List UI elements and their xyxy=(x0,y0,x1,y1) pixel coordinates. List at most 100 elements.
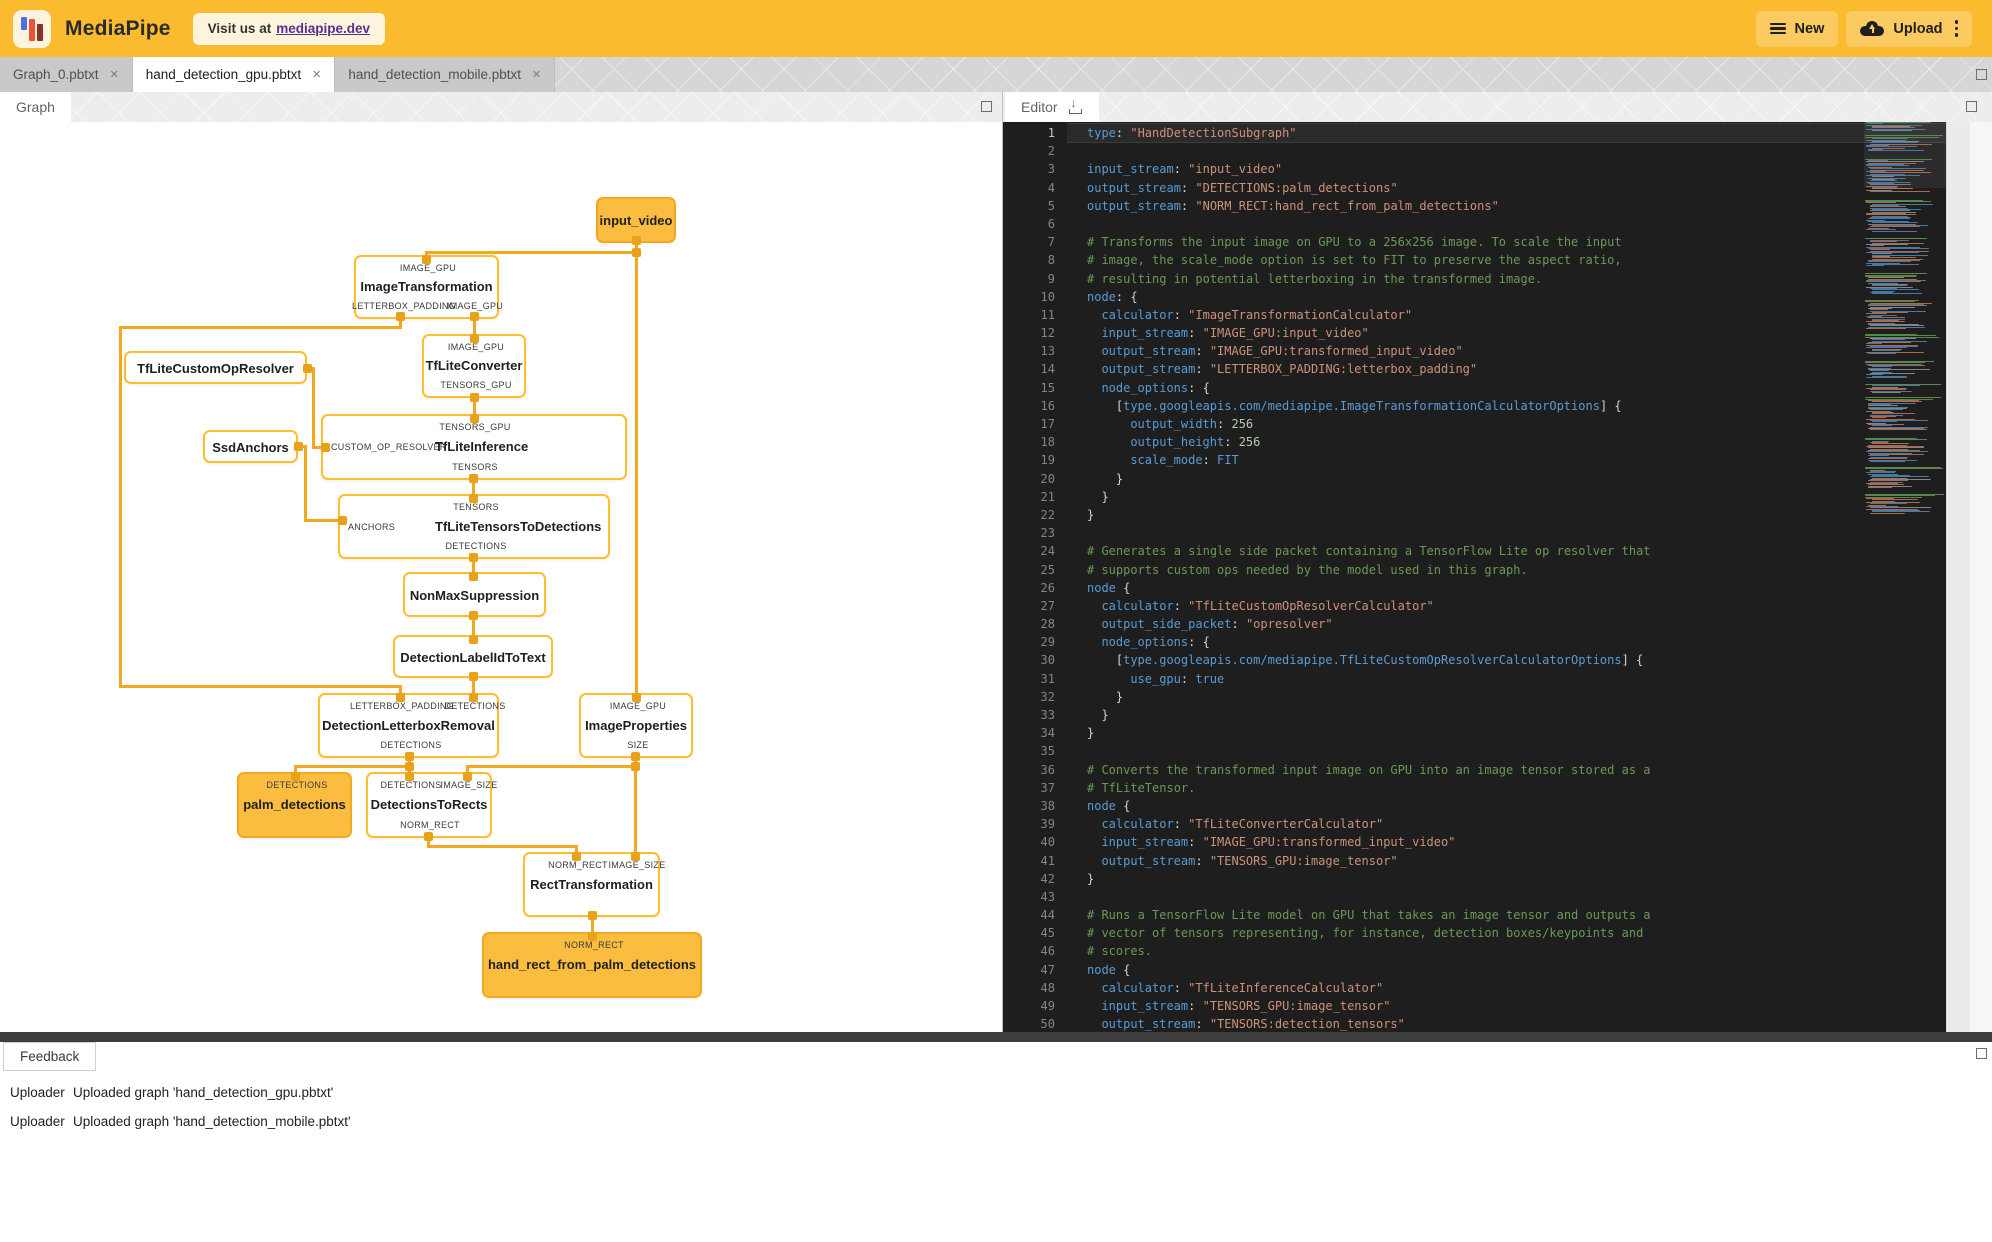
code-line[interactable]: 38 node { xyxy=(1003,797,1946,815)
graph-node-RectTransformation[interactable]: RectTransformation NORM_RECT IMAGE_SIZE xyxy=(523,852,665,917)
restore-layout-icon[interactable] xyxy=(1976,69,1987,80)
code-line[interactable]: 30 [type.googleapis.com/mediapipe.TfLiteC… xyxy=(1003,651,1946,669)
close-icon[interactable]: ✕ xyxy=(312,68,321,81)
editor-scrollbar[interactable] xyxy=(1946,122,1971,1032)
code-line[interactable]: 41 output_stream: "TENSORS_GPU:image_tens… xyxy=(1003,852,1946,870)
code-line[interactable]: 14 output_stream: "LETTERBOX_PADDING:lett… xyxy=(1003,360,1946,378)
code-line[interactable]: 35 xyxy=(1003,742,1946,760)
graph-node-TfLiteTensorsToDetections[interactable]: TfLiteTensorsToDetections TENSORS DETECTIO… xyxy=(338,494,610,559)
minimap[interactable] xyxy=(1864,122,1946,1032)
code-line[interactable]: 1 type: "HandDetectionSubgraph" xyxy=(1003,124,1946,143)
kebab-menu-icon[interactable] xyxy=(1954,18,1958,38)
line-number: 31 xyxy=(1040,671,1055,686)
port-connector xyxy=(404,771,414,781)
code-line[interactable]: 13 output_stream: "IMAGE_GPU:transformed_… xyxy=(1003,342,1946,360)
code-line[interactable]: 17 output_width: 256 xyxy=(1003,415,1946,433)
code-line[interactable]: 32} xyxy=(1003,688,1946,706)
line-number: 12 xyxy=(1040,326,1055,341)
editor-restore-icon[interactable] xyxy=(1966,101,1977,112)
graph-node-DetectionsToRects[interactable]: DetectionsToRects DETECTIONS IMAGE_SIZE NOR… xyxy=(366,772,497,838)
line-number: 23 xyxy=(1040,526,1055,541)
graph-node-TfLiteCustomOpResolver[interactable]: TfLiteCustomOpResolver xyxy=(124,351,307,384)
code-line[interactable]: 15 node_options: { xyxy=(1003,379,1946,397)
cloud-upload-icon xyxy=(1860,21,1885,36)
file-tab-label: hand_detection_mobile.pbtxt xyxy=(348,67,522,82)
feedback-row: Uploader Uploaded graph 'hand_detection_m… xyxy=(0,1107,1992,1136)
code-line[interactable]: 50 output_stream: "TENSORS:detection_tens… xyxy=(1003,1015,1946,1032)
port-connector xyxy=(337,515,347,525)
file-tab-hand_detection_mobile.pbtxt[interactable]: hand_detection_mobile.pbtxt ✕ xyxy=(335,57,556,92)
code-line[interactable]: 9 # resulting in potential letterboxing i… xyxy=(1003,270,1946,288)
tab-editor[interactable]: Editor xyxy=(1005,92,1099,122)
code-line[interactable]: 31 use_gpu: true xyxy=(1003,670,1946,688)
code-line[interactable]: 16 [type.googleapis.com/mediapipe.ImageTr… xyxy=(1003,397,1946,415)
code-line[interactable]: 8 # image, the scale_mode option is set t… xyxy=(1003,251,1946,269)
graph-node-TfLiteConverter[interactable]: TfLiteConverter IMAGE_GPU TENSORS_GPU xyxy=(422,334,526,398)
line-number: 36 xyxy=(1040,762,1055,777)
code-line[interactable]: 39 calculator: "TfLiteConverterCalculator… xyxy=(1003,815,1946,833)
graph-edge xyxy=(118,684,402,688)
code-line[interactable]: 27 calculator: "TfLiteCustomOpResolverCal… xyxy=(1003,597,1946,615)
code-line[interactable]: 3 input_stream: "input_video" xyxy=(1003,160,1946,178)
feedback-restore-icon[interactable] xyxy=(1976,1048,1987,1059)
new-button[interactable]: New xyxy=(1755,10,1839,47)
code-line[interactable]: 2 xyxy=(1003,142,1946,160)
graph-restore-icon[interactable] xyxy=(981,101,992,112)
code-line[interactable]: 29 node_options: { xyxy=(1003,633,1946,651)
close-icon[interactable]: ✕ xyxy=(110,68,119,81)
graph-node-TfLiteInference[interactable]: TfLiteInference TENSORS_GPU TENSORS CUSTOM_… xyxy=(321,414,627,480)
code-line[interactable]: 23 xyxy=(1003,524,1946,542)
code-line[interactable]: 40 input_stream: "IMAGE_GPU:transformed_i… xyxy=(1003,833,1946,851)
file-tab-hand_detection_gpu.pbtxt[interactable]: hand_detection_gpu.pbtxt ✕ xyxy=(132,57,336,92)
graph-node-ImageTransformation[interactable]: ImageTransformation IMAGE_GPU LETTERBOX_PA… xyxy=(352,255,503,319)
code-line[interactable]: 10 node: { xyxy=(1003,288,1946,306)
code-line[interactable]: 24 # Generates a single side packet conta… xyxy=(1003,542,1946,560)
code-line[interactable]: 34} xyxy=(1003,724,1946,742)
graph-node-hand_rect_from_palm_detections[interactable]: hand_rect_from_palm_detections NORM_RECT xyxy=(482,932,702,998)
code-line[interactable]: 47 node { xyxy=(1003,961,1946,979)
code-line[interactable]: 19 scale_mode: FIT xyxy=(1003,451,1946,469)
line-number: 21 xyxy=(1040,489,1055,504)
download-icon[interactable] xyxy=(1068,96,1083,114)
upload-button[interactable]: Upload xyxy=(1846,10,1972,47)
code-line[interactable]: 6 xyxy=(1003,215,1946,233)
file-tab-Graph_0.pbtxt[interactable]: Graph_0.pbtxt ✕ xyxy=(0,57,133,92)
code-line[interactable]: 5 output_stream: "NORM_RECT:hand_rect_fro… xyxy=(1003,197,1946,215)
graph-node-palm_detections[interactable]: palm_detections DETECTIONS xyxy=(237,772,352,838)
code-line[interactable]: 12 input_stream: "IMAGE_GPU:input_video" xyxy=(1003,324,1946,342)
code-editor[interactable]: 1 type: "HandDetectionSubgraph" 2 3 input_st… xyxy=(1003,122,1946,1032)
code-line[interactable]: 48 calculator: "TfLiteInferenceCalculator… xyxy=(1003,979,1946,997)
code-line[interactable]: 46 # scores. xyxy=(1003,942,1946,960)
tab-graph[interactable]: Graph xyxy=(0,92,71,122)
tab-feedback[interactable]: Feedback xyxy=(3,1042,97,1071)
code-line[interactable]: 42} xyxy=(1003,870,1946,888)
file-tab-bar: Graph_0.pbtxt ✕ hand_detection_gpu.pbtxt ✕ h… xyxy=(0,57,1992,92)
code-text: # TfLiteTensor. xyxy=(1087,780,1196,795)
code-line[interactable]: 28 output_side_packet: "opresolver" xyxy=(1003,615,1946,633)
graph-canvas[interactable]: input_video ImageTransformation IMAGE_GPU L… xyxy=(0,122,1002,1032)
code-line[interactable]: 49 input_stream: "TENSORS_GPU:image_tenso… xyxy=(1003,997,1946,1015)
code-line[interactable]: 25 # supports custom ops needed by the mo… xyxy=(1003,561,1946,579)
code-line[interactable]: 36 # Converts the transformed input image… xyxy=(1003,761,1946,779)
code-line[interactable]: 18 output_height: 256 xyxy=(1003,433,1946,451)
graph-node-DetectionLetterboxRemoval[interactable]: DetectionLetterboxRemoval LETTERBOX_PADDI… xyxy=(318,693,505,758)
code-line[interactable]: 37 # TfLiteTensor. xyxy=(1003,779,1946,797)
code-line[interactable]: 22} xyxy=(1003,506,1946,524)
code-line[interactable]: 43 xyxy=(1003,888,1946,906)
code-line[interactable]: 33} xyxy=(1003,706,1946,724)
graph-node-ImageProperties[interactable]: ImageProperties IMAGE_GPU SIZE xyxy=(579,693,693,758)
code-line[interactable]: 21} xyxy=(1003,488,1946,506)
horizontal-divider[interactable] xyxy=(0,1032,1992,1042)
code-line[interactable]: 44 # Runs a TensorFlow Lite model on GPU … xyxy=(1003,906,1946,924)
mediapipe-dev-link[interactable]: mediapipe.dev xyxy=(276,21,370,36)
close-icon[interactable]: ✕ xyxy=(532,68,541,81)
code-text: output_stream: "IMAGE_GPU:transformed_in… xyxy=(1101,344,1463,359)
code-line[interactable]: 45 # vector of tensors representing, for … xyxy=(1003,924,1946,942)
code-line[interactable]: 20} xyxy=(1003,470,1946,488)
code-line[interactable]: 7 # Transforms the input image on GPU to … xyxy=(1003,233,1946,251)
code-line[interactable]: 11 calculator: "ImageTransformationCalcul… xyxy=(1003,306,1946,324)
graph-node-SsdAnchors[interactable]: SsdAnchors xyxy=(203,430,298,463)
code-line[interactable]: 26 node { xyxy=(1003,579,1946,597)
code-line[interactable]: 4 output_stream: "DETECTIONS:palm_detecti… xyxy=(1003,179,1946,197)
input-port-label: IMAGE_GPU xyxy=(399,263,457,273)
